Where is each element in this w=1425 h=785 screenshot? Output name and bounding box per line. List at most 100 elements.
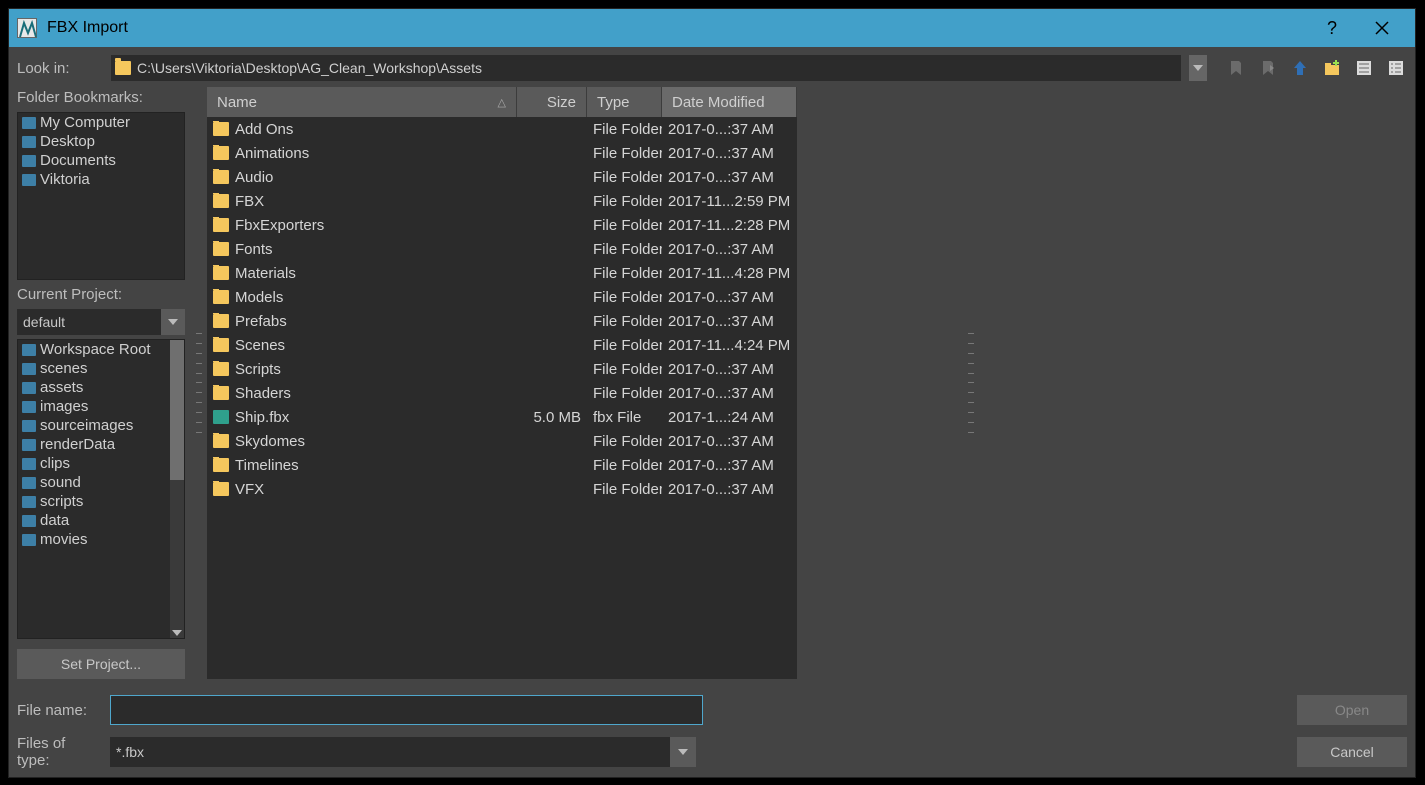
workspace-item[interactable]: scripts (18, 492, 184, 511)
file-row[interactable]: ModelsFile Folder2017-0...:37 AM (207, 285, 797, 309)
column-type[interactable]: Type (587, 87, 662, 117)
folder-icon (213, 362, 229, 376)
path-input[interactable]: C:\Users\Viktoria\Desktop\AG_Clean_Works… (111, 55, 1181, 81)
bookmark-forward-icon[interactable] (1257, 57, 1279, 79)
file-list[interactable]: Add OnsFile Folder2017-0...:37 AMAnimati… (207, 117, 797, 679)
file-date: 2017-11...2:59 PM (662, 193, 797, 210)
folder-icon (213, 218, 229, 232)
file-row[interactable]: VFXFile Folder2017-0...:37 AM (207, 477, 797, 501)
workspace-label: sound (40, 474, 81, 491)
file-type: File Folder (587, 169, 662, 186)
workspace-item[interactable]: Workspace Root (18, 340, 184, 359)
workspace-item[interactable]: sourceimages (18, 416, 184, 435)
file-row[interactable]: AnimationsFile Folder2017-0...:37 AM (207, 141, 797, 165)
file-name: Ship.fbx (235, 409, 289, 426)
file-row[interactable]: AudioFile Folder2017-0...:37 AM (207, 165, 797, 189)
workspace-list[interactable]: Workspace Rootscenesassetsimagessourceim… (17, 339, 185, 639)
file-type: File Folder (587, 121, 662, 138)
bookmarks-list[interactable]: My ComputerDesktopDocumentsViktoria (17, 112, 185, 280)
fbx-import-dialog: FBX Import ? Look in: C:\Users\Viktoria\… (8, 8, 1416, 778)
workspace-item[interactable]: sound (18, 473, 184, 492)
folder-icon (22, 344, 36, 356)
drive-icon (22, 155, 36, 167)
file-row[interactable]: PrefabsFile Folder2017-0...:37 AM (207, 309, 797, 333)
bookmark-item[interactable]: Documents (18, 151, 184, 170)
folder-icon (213, 338, 229, 352)
workspace-item[interactable]: renderData (18, 435, 184, 454)
detail-view-icon[interactable] (1385, 57, 1407, 79)
file-row[interactable]: FbxExportersFile Folder2017-11...2:28 PM (207, 213, 797, 237)
project-dropdown[interactable]: default (17, 309, 185, 335)
workspace-label: images (40, 398, 88, 415)
file-name-input[interactable] (110, 695, 703, 725)
path-text: C:\Users\Viktoria\Desktop\AG_Clean_Works… (137, 60, 482, 76)
file-row[interactable]: Ship.fbx5.0 MBfbx File2017-1...:24 AM (207, 405, 797, 429)
file-date: 2017-0...:37 AM (662, 313, 797, 330)
bookmark-item[interactable]: My Computer (18, 113, 184, 132)
resize-grip-left[interactable] (196, 333, 202, 433)
workspace-item[interactable]: scenes (18, 359, 184, 378)
file-date: 2017-1...:24 AM (662, 409, 797, 426)
chevron-down-icon (670, 737, 696, 767)
workspace-item[interactable]: images (18, 397, 184, 416)
file-name: Skydomes (235, 433, 305, 450)
drive-icon (22, 174, 36, 186)
column-name[interactable]: Name △ (207, 87, 517, 117)
file-row[interactable]: FontsFile Folder2017-0...:37 AM (207, 237, 797, 261)
file-name: Fonts (235, 241, 273, 258)
workspace-item[interactable]: assets (18, 378, 184, 397)
file-row[interactable]: TimelinesFile Folder2017-0...:37 AM (207, 453, 797, 477)
help-button[interactable]: ? (1307, 9, 1357, 47)
file-date: 2017-0...:37 AM (662, 457, 797, 474)
file-row[interactable]: ScriptsFile Folder2017-0...:37 AM (207, 357, 797, 381)
column-date-label: Date Modified (672, 94, 765, 111)
file-row[interactable]: ScenesFile Folder2017-11...4:24 PM (207, 333, 797, 357)
resize-grip-right[interactable] (968, 333, 974, 433)
workspace-item[interactable]: clips (18, 454, 184, 473)
file-row[interactable]: SkydomesFile Folder2017-0...:37 AM (207, 429, 797, 453)
file-name: Materials (235, 265, 296, 282)
new-folder-icon[interactable] (1321, 57, 1343, 79)
file-browser: Name △ Size Type Date Modified Add OnsFi… (207, 87, 797, 679)
list-view-icon[interactable] (1353, 57, 1375, 79)
files-of-type-select[interactable]: *.fbx (110, 737, 696, 767)
bookmark-item[interactable]: Viktoria (18, 170, 184, 189)
scrollbar-thumb[interactable] (170, 340, 184, 480)
folder-icon (22, 363, 36, 375)
bookmark-back-icon[interactable] (1225, 57, 1247, 79)
file-date: 2017-0...:37 AM (662, 289, 797, 306)
sort-asc-icon: △ (498, 96, 506, 109)
column-date[interactable]: Date Modified (662, 87, 797, 117)
files-of-type-value: *.fbx (110, 744, 670, 760)
folder-icon (213, 242, 229, 256)
folder-icon (213, 386, 229, 400)
folder-icon (22, 515, 36, 527)
column-size[interactable]: Size (517, 87, 587, 117)
workspace-item[interactable]: data (18, 511, 184, 530)
folder-icon (22, 420, 36, 432)
close-button[interactable] (1357, 9, 1407, 47)
path-dropdown[interactable] (1189, 55, 1207, 81)
file-row[interactable]: FBXFile Folder2017-11...2:59 PM (207, 189, 797, 213)
file-name: Shaders (235, 385, 291, 402)
file-date: 2017-0...:37 AM (662, 121, 797, 138)
set-project-button[interactable]: Set Project... (17, 649, 185, 679)
open-button[interactable]: Open (1297, 695, 1407, 725)
cancel-button[interactable]: Cancel (1297, 737, 1407, 767)
file-name-label: File name: (17, 702, 102, 719)
bookmark-label: Viktoria (40, 171, 90, 188)
file-type: File Folder (587, 289, 662, 306)
scrollbar[interactable] (170, 340, 184, 638)
file-row[interactable]: Add OnsFile Folder2017-0...:37 AM (207, 117, 797, 141)
folder-icon (213, 458, 229, 472)
file-row[interactable]: MaterialsFile Folder2017-11...4:28 PM (207, 261, 797, 285)
go-up-icon[interactable] (1289, 57, 1311, 79)
file-name: Prefabs (235, 313, 287, 330)
workspace-item[interactable]: movies (18, 530, 184, 549)
bookmark-item[interactable]: Desktop (18, 132, 184, 151)
column-name-label: Name (217, 94, 257, 111)
folder-icon (213, 482, 229, 496)
file-row[interactable]: ShadersFile Folder2017-0...:37 AM (207, 381, 797, 405)
titlebar[interactable]: FBX Import ? (9, 9, 1415, 47)
folder-icon (115, 61, 131, 75)
